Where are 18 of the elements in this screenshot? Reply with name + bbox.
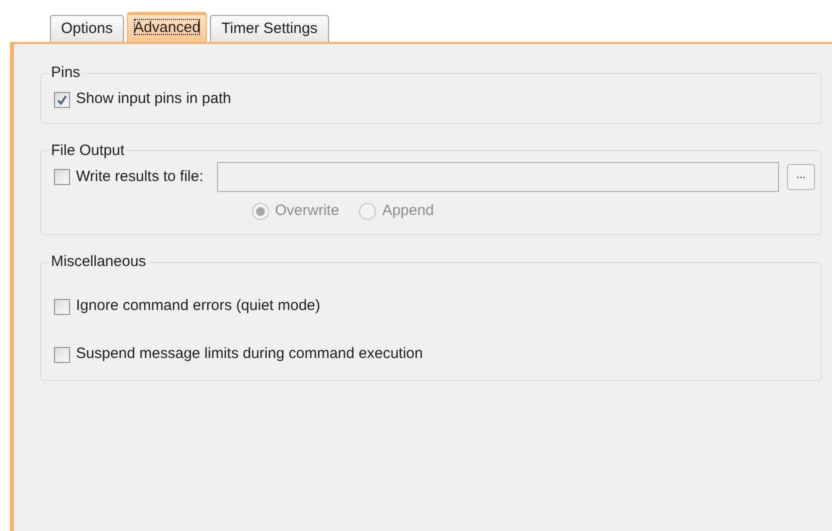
- group-title: Miscellaneous: [50, 252, 148, 272]
- group-title: Pins: [50, 63, 82, 83]
- option-label: Suspend message limits during command execution: [76, 344, 423, 364]
- file-path-field[interactable]: [217, 162, 779, 192]
- option-label: Write results to file:: [76, 166, 204, 187]
- option-label: Ignore command errors (quiet mode): [76, 296, 320, 316]
- option-label: Show input pins in path: [76, 89, 232, 110]
- checkbox[interactable]: [54, 169, 70, 185]
- option-label: Append: [382, 200, 434, 221]
- browse-button[interactable]: ...: [787, 164, 815, 190]
- option-label: Overwrite: [275, 200, 340, 221]
- checkbox[interactable]: [54, 92, 70, 108]
- tab[interactable]: Timer Settings: [210, 15, 329, 42]
- tab[interactable]: Options: [50, 15, 124, 42]
- checkbox[interactable]: [54, 346, 70, 362]
- group-title: File Output: [50, 140, 126, 160]
- tab[interactable]: Advanced: [126, 12, 208, 42]
- checkbox[interactable]: [54, 298, 70, 314]
